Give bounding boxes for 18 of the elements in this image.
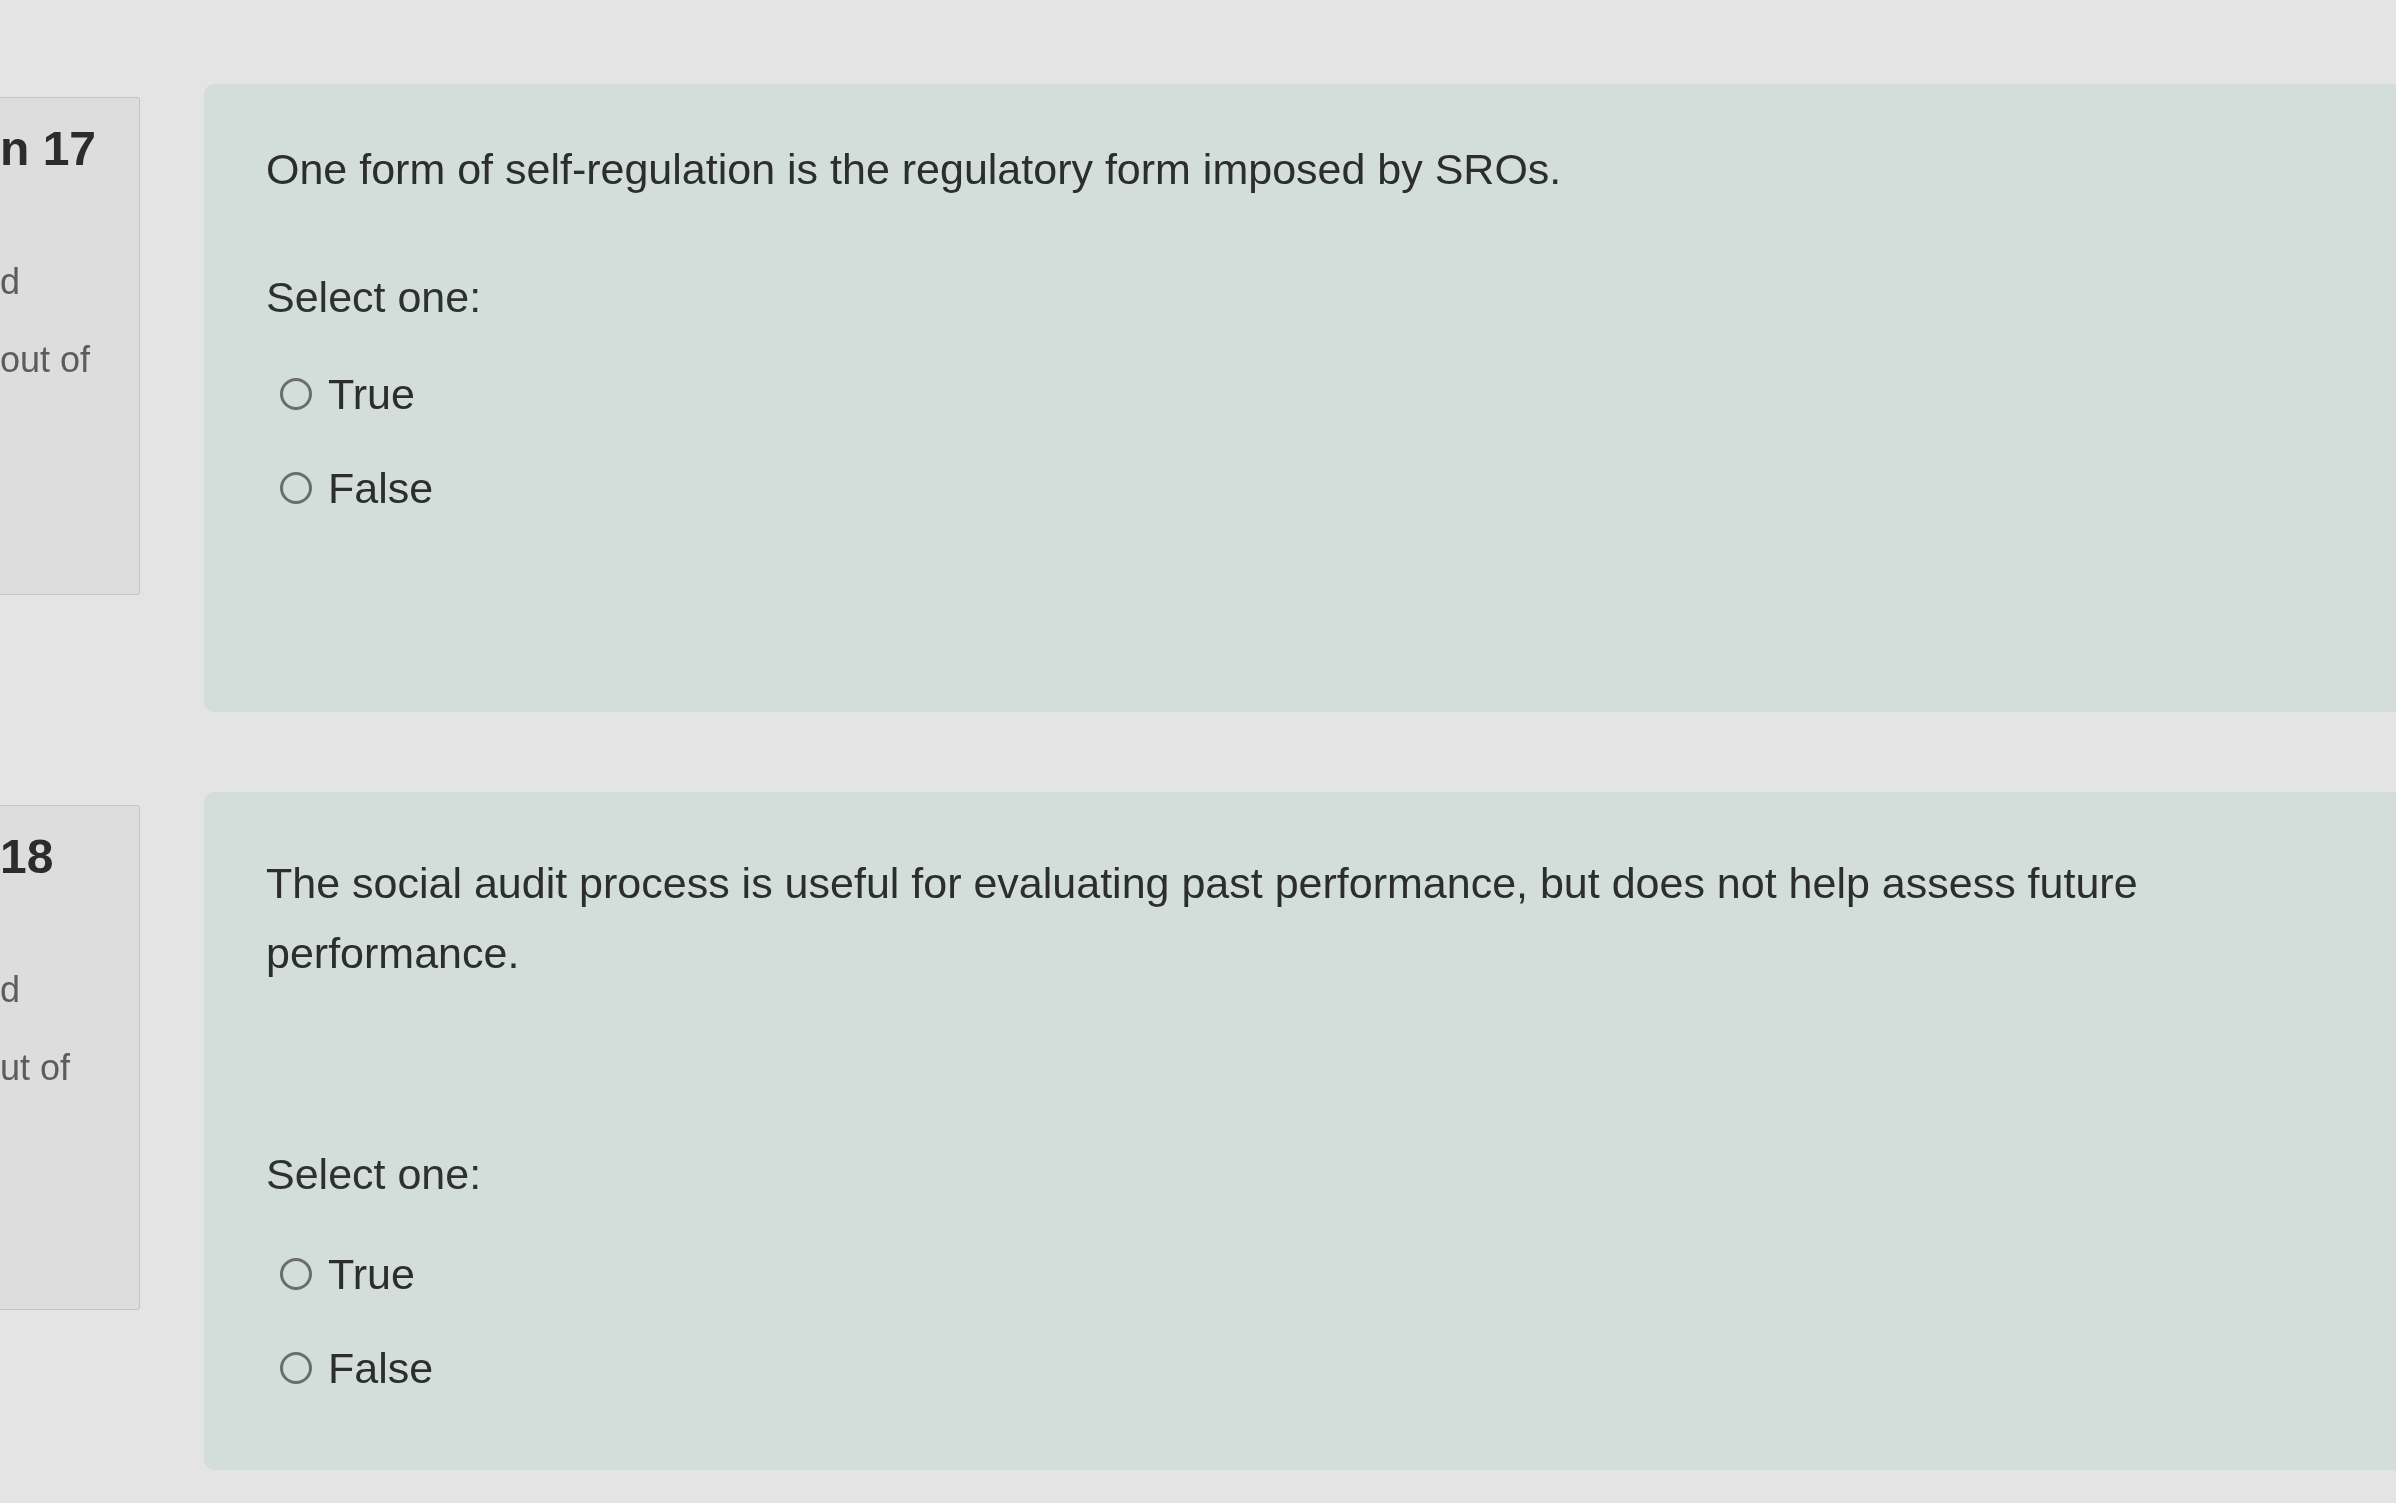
question-text: The social audit process is useful for evaluating past performance, but does not help assess future performance. — [266, 858, 2139, 979]
question-state-text: d — [0, 262, 21, 302]
question-text: One form of self-regulation is the regulatory form imposed by SROs. — [266, 144, 1562, 195]
select-prompt: Select one: — [266, 272, 482, 323]
question-mark-text: out of — [0, 340, 91, 380]
radio-button[interactable] — [280, 1352, 312, 1384]
radio-button[interactable] — [280, 378, 312, 410]
option-label[interactable]: False — [328, 458, 434, 518]
question-mark-text: ut of — [0, 1048, 71, 1088]
question-state-text: d — [0, 970, 21, 1010]
radio-button[interactable] — [280, 1258, 312, 1290]
option-label[interactable]: False — [328, 1338, 434, 1398]
question-number: 18 — [0, 833, 54, 881]
question-number: n 17 — [0, 125, 97, 173]
radio-button[interactable] — [280, 472, 312, 504]
select-prompt: Select one: — [266, 1149, 482, 1200]
option-label[interactable]: True — [328, 1244, 415, 1304]
option-label[interactable]: True — [328, 364, 415, 424]
